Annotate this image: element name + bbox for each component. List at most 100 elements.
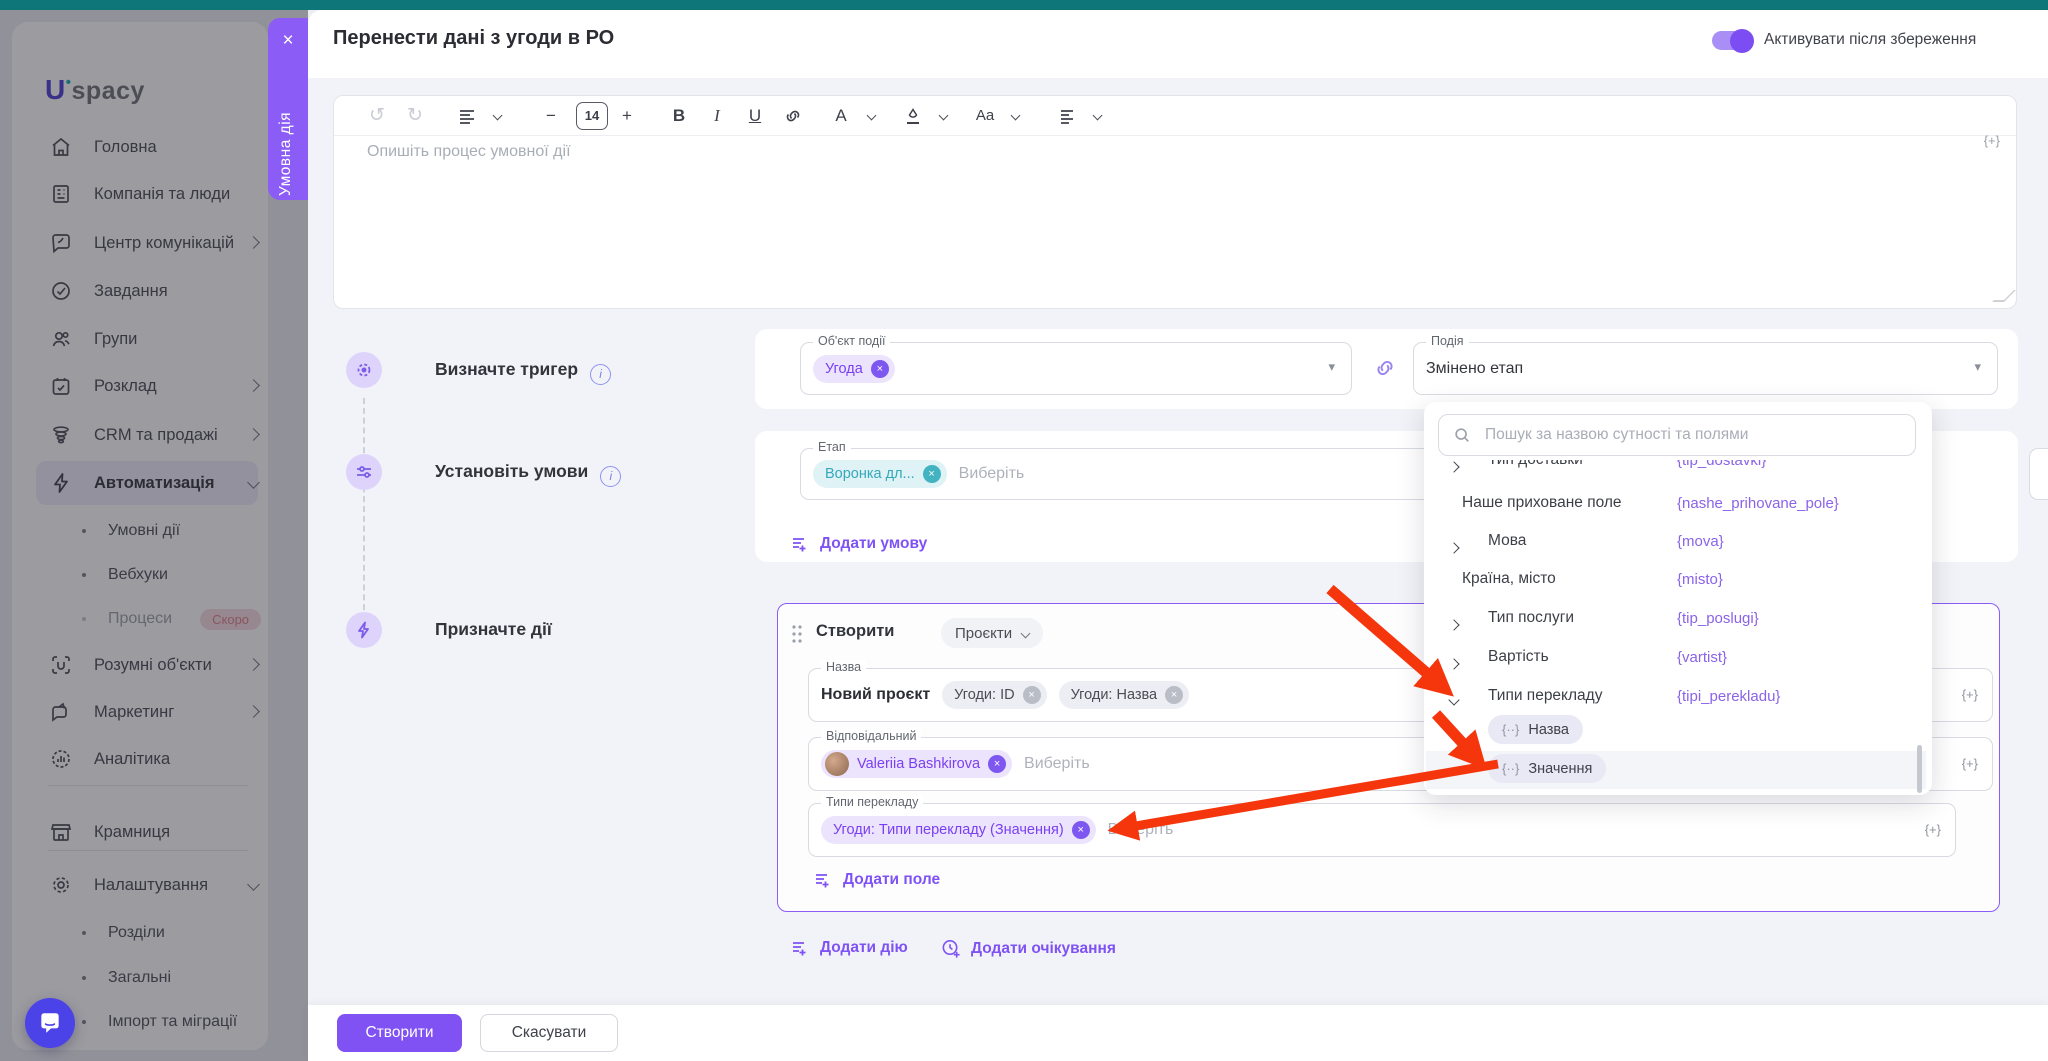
- event-object-field[interactable]: Об'єкт події Угода× ▾: [800, 342, 1352, 395]
- font-color-icon[interactable]: A: [828, 103, 854, 129]
- token-chip: Угоди: ID×: [942, 681, 1046, 709]
- chip-label: Угоди: Назва: [1071, 687, 1158, 703]
- dropdown-item-service-type[interactable]: Тип послуги {tip_poslugi}: [1424, 603, 1932, 637]
- chip-close-icon[interactable]: ×: [1165, 686, 1183, 704]
- clock-plus-icon: [940, 938, 961, 959]
- chip-label: Угода: [825, 361, 863, 377]
- chat-launcher-button[interactable]: [25, 998, 75, 1048]
- chat-bubble-icon: [37, 1010, 63, 1036]
- insert-token-button[interactable]: {+}: [1962, 687, 1978, 702]
- select-placeholder: Виберіть: [1108, 821, 1174, 839]
- editor-toolbar: ↺ ↻ − 14 + B I U A Aa: [334, 96, 2016, 136]
- link-icon[interactable]: [780, 103, 806, 129]
- dropdown-subitem-value[interactable]: {··} Значення: [1424, 753, 1932, 787]
- link-fields-icon: [1372, 355, 1398, 381]
- dropdown-item-label: Країна, місто: [1462, 570, 1556, 588]
- event-value: Змінено етап: [1426, 360, 1523, 378]
- dropdown-item-label: Мова: [1488, 532, 1526, 550]
- conditions-step-icon: [346, 454, 382, 490]
- close-icon[interactable]: ×: [268, 30, 308, 52]
- dropdown-item-hidden-field[interactable]: Наше приховане поле {nashe_prihovane_pol…: [1424, 488, 1932, 522]
- dropdown-item-label: Наше приховане поле: [1462, 494, 1622, 512]
- screen: U•spacy Головна Компанія та люди Центр к…: [0, 0, 2048, 1061]
- list-chevron-icon[interactable]: [1084, 103, 1110, 129]
- subfield-label: Назва: [1528, 722, 1569, 738]
- bold-icon[interactable]: B: [666, 103, 692, 129]
- chip-close-icon[interactable]: ×: [923, 465, 941, 483]
- dropdown-item-country-city[interactable]: Країна, місто {misto}: [1424, 564, 1932, 598]
- highlight-icon[interactable]: [900, 103, 926, 129]
- entity-search-box[interactable]: [1438, 414, 1916, 456]
- italic-icon[interactable]: I: [704, 103, 730, 129]
- chip-close-icon[interactable]: ×: [1023, 686, 1041, 704]
- entity-select-chip[interactable]: Проєкти: [941, 618, 1043, 648]
- activate-toggle[interactable]: [1712, 31, 1752, 50]
- dropdown-item-language[interactable]: Мова {mova}: [1424, 526, 1932, 560]
- condition-operator-select[interactable]: ▾: [2029, 448, 2048, 500]
- chip-close-icon[interactable]: ×: [1072, 821, 1090, 839]
- stage-chip: Воронка дл... ×: [813, 460, 947, 488]
- underline-icon[interactable]: U: [742, 103, 768, 129]
- dropdown-scrollbar[interactable]: [1917, 745, 1922, 793]
- align-icon[interactable]: [454, 103, 480, 129]
- toggle-knob: [1730, 29, 1754, 53]
- insert-token-button[interactable]: {+}: [1984, 133, 2000, 148]
- name-text: Новий проєкт: [821, 686, 930, 704]
- highlight-chevron-icon[interactable]: [930, 103, 956, 129]
- align-chevron-icon[interactable]: [484, 103, 510, 129]
- chip-label: Угоди: Типи перекладу (Значення): [833, 822, 1064, 838]
- page-title: Перенести дані з угоди в РО: [333, 27, 614, 50]
- trigger-step-icon: [346, 352, 382, 388]
- info-icon[interactable]: i: [600, 466, 621, 487]
- dropdown-item-cost[interactable]: Вартість {vartist}: [1424, 642, 1932, 676]
- step-text: Установіть умови: [435, 461, 588, 481]
- chip-close-icon[interactable]: ×: [871, 360, 889, 378]
- chevron-right-icon: [1450, 655, 1458, 673]
- subfield-chip[interactable]: {··} Назва: [1488, 715, 1583, 744]
- create-button[interactable]: Створити: [337, 1014, 462, 1052]
- dropdown-caret-icon[interactable]: ▾: [1974, 359, 1981, 375]
- font-increase-icon[interactable]: +: [614, 103, 640, 129]
- font-size-value[interactable]: 14: [576, 102, 608, 130]
- translation-types-field[interactable]: Типи перекладу Угоди: Типи перекладу (Зн…: [808, 803, 1956, 857]
- insert-token-button[interactable]: {+}: [1962, 756, 1978, 771]
- search-input[interactable]: [1483, 425, 1901, 445]
- dropdown-subitem-name[interactable]: {··} Назва: [1424, 714, 1932, 748]
- chevron-right-icon: [1450, 539, 1458, 557]
- redo-icon[interactable]: ↻: [402, 103, 428, 129]
- event-field[interactable]: Подія Змінено етап ▾: [1413, 342, 1998, 395]
- subfield-chip[interactable]: {··} Значення: [1488, 754, 1606, 783]
- insert-token-button[interactable]: {+}: [1925, 822, 1941, 837]
- dropdown-item-translation-types[interactable]: Типи перекладу {tipi_perekladu}: [1424, 681, 1932, 715]
- step-label-conditions: Установіть умови i: [435, 461, 621, 487]
- resize-handle[interactable]: [1992, 290, 2016, 302]
- token-chip: Угоди: Типи перекладу (Значення) ×: [821, 816, 1096, 844]
- object-chip: Угода ×: [813, 355, 895, 383]
- undo-icon[interactable]: ↺: [364, 103, 390, 129]
- add-wait-link[interactable]: Додати очікування: [940, 938, 1116, 959]
- dropdown-item-code: {nashe_prihovane_pole}: [1677, 495, 1839, 512]
- add-wait-label: Додати очікування: [971, 940, 1116, 958]
- dropdown-item-code: {tip_poslugi}: [1677, 610, 1759, 627]
- add-condition-link[interactable]: Додати умову: [790, 534, 927, 554]
- chip-label: Воронка дл...: [825, 466, 915, 482]
- info-icon[interactable]: i: [590, 364, 611, 385]
- font-family-icon[interactable]: Aa: [972, 103, 998, 129]
- avatar: [825, 752, 849, 776]
- editor-placeholder: Опишіть процес умовної дії: [367, 143, 571, 161]
- cancel-button[interactable]: Скасувати: [480, 1014, 618, 1052]
- font-family-chevron-icon[interactable]: [1002, 103, 1028, 129]
- add-list-icon: [790, 938, 810, 958]
- add-field-link[interactable]: Додати поле: [813, 870, 940, 890]
- drag-handle-icon[interactable]: [791, 623, 803, 645]
- conditional-action-tab: × Умовна дія: [268, 18, 308, 200]
- modal-backdrop[interactable]: [0, 10, 308, 1061]
- chip-close-icon[interactable]: ×: [988, 755, 1006, 773]
- dropdown-caret-icon[interactable]: ▾: [1328, 359, 1335, 375]
- font-color-chevron-icon[interactable]: [858, 103, 884, 129]
- font-decrease-icon[interactable]: −: [538, 103, 564, 129]
- description-editor[interactable]: ↺ ↻ − 14 + B I U A Aa Опишіть проц: [333, 95, 2017, 309]
- token-chip: Угоди: Назва ×: [1059, 681, 1190, 709]
- list-icon[interactable]: [1054, 103, 1080, 129]
- add-action-link[interactable]: Додати дію: [790, 938, 908, 958]
